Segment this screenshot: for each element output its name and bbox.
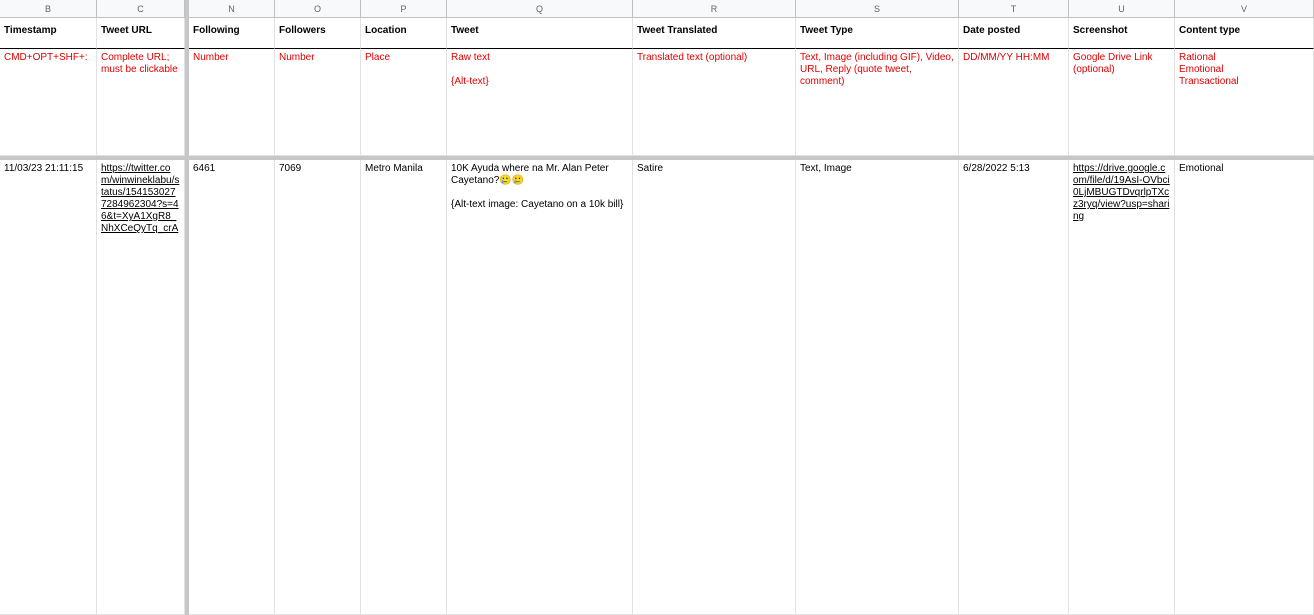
guide-cell-tweet-translated[interactable]: Translated text (optional) <box>633 49 796 156</box>
data-cell-location[interactable]: Metro Manila <box>361 160 447 615</box>
guide-cell-tweet-url[interactable]: Complete URL; must be clickable <box>97 49 185 156</box>
column-header-s[interactable]: S <box>796 0 959 18</box>
header-cell-location[interactable]: Location <box>361 18 447 49</box>
data-cell-tweet-url-link[interactable]: https://twitter.com/winwineklabu/status/… <box>97 160 185 615</box>
column-header-b[interactable]: B <box>0 0 97 18</box>
header-cell-timestamp[interactable]: Timestamp <box>0 18 97 49</box>
header-cell-tweet-type[interactable]: Tweet Type <box>796 18 959 49</box>
data-cell-tweet-type[interactable]: Text, Image <box>796 160 959 615</box>
header-cell-date-posted[interactable]: Date posted <box>959 18 1069 49</box>
column-header-v[interactable]: V <box>1175 0 1314 18</box>
data-cell-screenshot-link[interactable]: https://drive.google.com/file/d/19AsI-OV… <box>1069 160 1175 615</box>
data-cell-following[interactable]: 6461 <box>189 160 275 615</box>
guide-cell-tweet[interactable]: Raw text {Alt-text} <box>447 49 633 156</box>
data-cell-timestamp[interactable]: 11/03/23 21:11:15 <box>0 160 97 615</box>
column-header-n[interactable]: N <box>189 0 275 18</box>
guide-cell-screenshot[interactable]: Google Drive Link (optional) <box>1069 49 1175 156</box>
column-header-o[interactable]: O <box>275 0 361 18</box>
header-cell-following[interactable]: Following <box>189 18 275 49</box>
data-cell-followers[interactable]: 7069 <box>275 160 361 615</box>
column-header-u[interactable]: U <box>1069 0 1175 18</box>
data-cell-content-type[interactable]: Emotional <box>1175 160 1314 615</box>
guide-cell-tweet-type[interactable]: Text, Image (including GIF), Video, URL,… <box>796 49 959 156</box>
column-header-p[interactable]: P <box>361 0 447 18</box>
header-cell-followers[interactable]: Followers <box>275 18 361 49</box>
guide-cell-following[interactable]: Number <box>189 49 275 156</box>
data-cell-tweet[interactable]: 10K Ayuda where na Mr. Alan Peter Cayeta… <box>447 160 633 615</box>
data-cell-date-posted[interactable]: 6/28/2022 5:13 <box>959 160 1069 615</box>
spreadsheet-grid: B C N O P Q R S T U V Timestamp Tweet UR… <box>0 0 1314 615</box>
data-cell-tweet-translated[interactable]: Satire <box>633 160 796 615</box>
guide-cell-date-posted[interactable]: DD/MM/YY HH:MM <box>959 49 1069 156</box>
header-cell-tweet-translated[interactable]: Tweet Translated <box>633 18 796 49</box>
column-header-t[interactable]: T <box>959 0 1069 18</box>
guide-cell-content-type[interactable]: Rational Emotional Transactional <box>1175 49 1314 156</box>
frozen-rows-divider[interactable] <box>0 156 1314 160</box>
guide-cell-timestamp[interactable]: CMD+OPT+SHF+: <box>0 49 97 156</box>
header-cell-content-type[interactable]: Content type <box>1175 18 1314 49</box>
frozen-columns-divider[interactable] <box>185 0 189 615</box>
column-header-c[interactable]: C <box>97 0 185 18</box>
guide-cell-followers[interactable]: Number <box>275 49 361 156</box>
header-cell-tweet-url[interactable]: Tweet URL <box>97 18 185 49</box>
header-cell-tweet[interactable]: Tweet <box>447 18 633 49</box>
header-cell-screenshot[interactable]: Screenshot <box>1069 18 1175 49</box>
guide-cell-location[interactable]: Place <box>361 49 447 156</box>
column-header-r[interactable]: R <box>633 0 796 18</box>
column-header-q[interactable]: Q <box>447 0 633 18</box>
